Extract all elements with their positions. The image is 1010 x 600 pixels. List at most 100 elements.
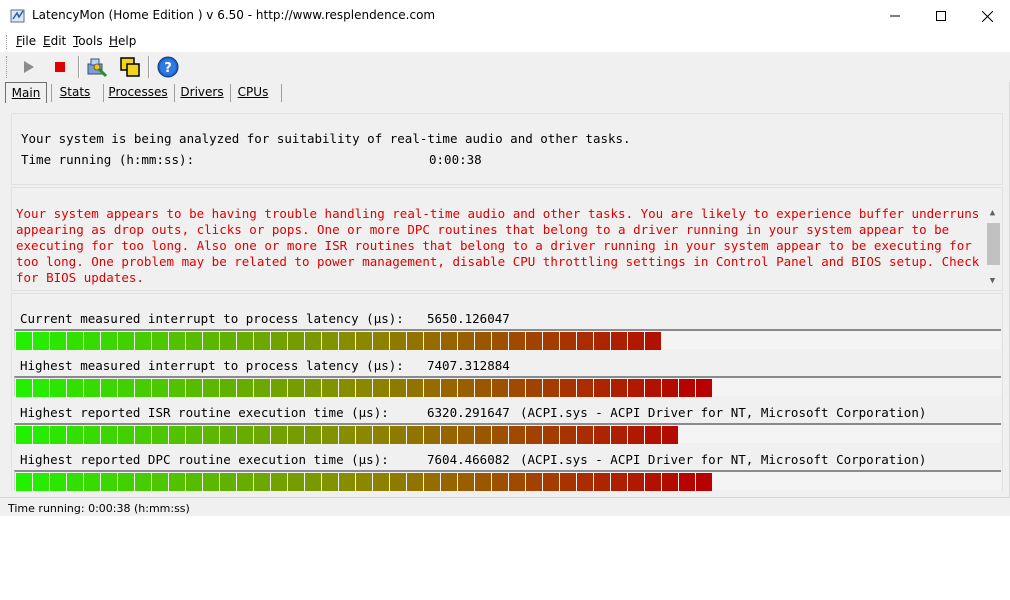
meter-segment bbox=[611, 332, 627, 350]
meter-segment bbox=[390, 332, 406, 350]
menu-edit[interactable]: Edit bbox=[43, 34, 66, 48]
meter-segment bbox=[441, 473, 457, 491]
driver-tool-button[interactable] bbox=[85, 55, 109, 79]
meter-segment bbox=[305, 426, 321, 444]
meter-segment bbox=[67, 332, 83, 350]
meter-value: 7407.312884 bbox=[427, 358, 510, 373]
meter-segment bbox=[288, 332, 304, 350]
meter-segment bbox=[254, 332, 270, 350]
meter-segment bbox=[407, 379, 423, 397]
meter-segment bbox=[118, 473, 134, 491]
meter-segment bbox=[577, 332, 593, 350]
meter-segment bbox=[254, 379, 270, 397]
meter-segment bbox=[611, 379, 627, 397]
meter-segment bbox=[322, 473, 338, 491]
meter-value: 5650.126047 bbox=[427, 311, 510, 326]
meter-segment bbox=[16, 332, 32, 350]
analysis-status-text: Your system is being analyzed for suitab… bbox=[21, 131, 631, 146]
meter-segment bbox=[152, 473, 168, 491]
scroll-thumb[interactable] bbox=[987, 223, 1000, 265]
meter-fill bbox=[16, 473, 713, 491]
meter-segment bbox=[84, 332, 100, 350]
close-button[interactable] bbox=[964, 0, 1010, 32]
meter-segment bbox=[152, 379, 168, 397]
tab-main[interactable]: Main bbox=[5, 82, 47, 103]
meter-segment bbox=[560, 426, 576, 444]
window-title: LatencyMon (Home Edition ) v 6.50 - http… bbox=[32, 8, 436, 22]
window-tool-button[interactable] bbox=[118, 55, 142, 79]
time-running-value: 0:00:38 bbox=[429, 152, 482, 167]
meter-segment bbox=[84, 473, 100, 491]
meter-segment bbox=[628, 426, 644, 444]
warning-scrollbar[interactable]: ▲ ▼ bbox=[985, 206, 1000, 288]
meter-segment bbox=[50, 379, 66, 397]
meter-segment bbox=[679, 473, 695, 491]
menu-help[interactable]: Help bbox=[109, 34, 136, 48]
driver-tool-icon bbox=[87, 58, 108, 78]
meter-segment bbox=[169, 379, 185, 397]
meter-segment bbox=[560, 473, 576, 491]
meter-segment bbox=[322, 379, 338, 397]
meter-segment bbox=[118, 379, 134, 397]
meter-segment bbox=[254, 426, 270, 444]
meter-segment bbox=[356, 379, 372, 397]
meter-segment bbox=[543, 473, 559, 491]
meter-segment bbox=[356, 332, 372, 350]
meter-segment bbox=[152, 332, 168, 350]
latency-meters-panel: Current measured interrupt to process la… bbox=[11, 293, 1003, 491]
window-tool-icon bbox=[120, 57, 140, 77]
meter-segment bbox=[594, 473, 610, 491]
maximize-button[interactable] bbox=[918, 0, 964, 32]
meter-segment bbox=[271, 426, 287, 444]
scroll-up-icon[interactable]: ▲ bbox=[985, 206, 1000, 220]
tab-separator bbox=[103, 84, 104, 102]
help-button[interactable]: ? bbox=[156, 55, 180, 79]
tab-cpus[interactable]: CPUs bbox=[232, 82, 274, 102]
menu-grip bbox=[6, 35, 10, 49]
meter-segment bbox=[407, 473, 423, 491]
stop-icon bbox=[55, 62, 65, 72]
meter-segment bbox=[611, 473, 627, 491]
scroll-down-icon[interactable]: ▼ bbox=[985, 274, 1000, 288]
toolbar-separator bbox=[78, 56, 80, 78]
meter-segment bbox=[203, 473, 219, 491]
tab-drivers[interactable]: Drivers bbox=[176, 82, 228, 102]
meter-segment bbox=[560, 379, 576, 397]
meter-segment bbox=[628, 473, 644, 491]
stop-button[interactable] bbox=[48, 55, 72, 79]
meter-segment bbox=[339, 473, 355, 491]
start-button[interactable] bbox=[16, 55, 40, 79]
meter-segment bbox=[543, 426, 559, 444]
minimize-button[interactable] bbox=[872, 0, 918, 32]
meter-segment bbox=[271, 379, 287, 397]
meter-segment bbox=[509, 473, 525, 491]
meter-segment bbox=[543, 332, 559, 350]
meter-bar bbox=[14, 329, 1001, 350]
meter-segment bbox=[237, 332, 253, 350]
meter-segment bbox=[16, 426, 32, 444]
meter-segment bbox=[33, 332, 49, 350]
meter-segment bbox=[339, 332, 355, 350]
menu-tools[interactable]: Tools bbox=[73, 34, 103, 48]
meter-segment bbox=[84, 426, 100, 444]
meter-segment bbox=[373, 379, 389, 397]
meter-segment bbox=[220, 379, 236, 397]
menu-file[interactable]: File bbox=[16, 34, 36, 48]
meter-segment bbox=[186, 332, 202, 350]
meter-segment bbox=[271, 473, 287, 491]
tab-stats[interactable]: Stats bbox=[53, 82, 97, 102]
meter-segment bbox=[33, 426, 49, 444]
toolbar: ? bbox=[0, 52, 1010, 82]
meter-segment bbox=[390, 379, 406, 397]
meter-segment bbox=[526, 473, 542, 491]
warning-message: Your system appears to be having trouble… bbox=[16, 206, 980, 285]
latencymon-app-icon bbox=[10, 8, 26, 24]
meter-segment bbox=[67, 426, 83, 444]
meter-segment bbox=[526, 379, 542, 397]
tab-processes[interactable]: Processes bbox=[105, 82, 171, 102]
help-icon: ? bbox=[157, 56, 179, 78]
meter-segment bbox=[509, 426, 525, 444]
meter-segment bbox=[424, 332, 440, 350]
meter-segment bbox=[543, 379, 559, 397]
meter-segment bbox=[101, 332, 117, 350]
